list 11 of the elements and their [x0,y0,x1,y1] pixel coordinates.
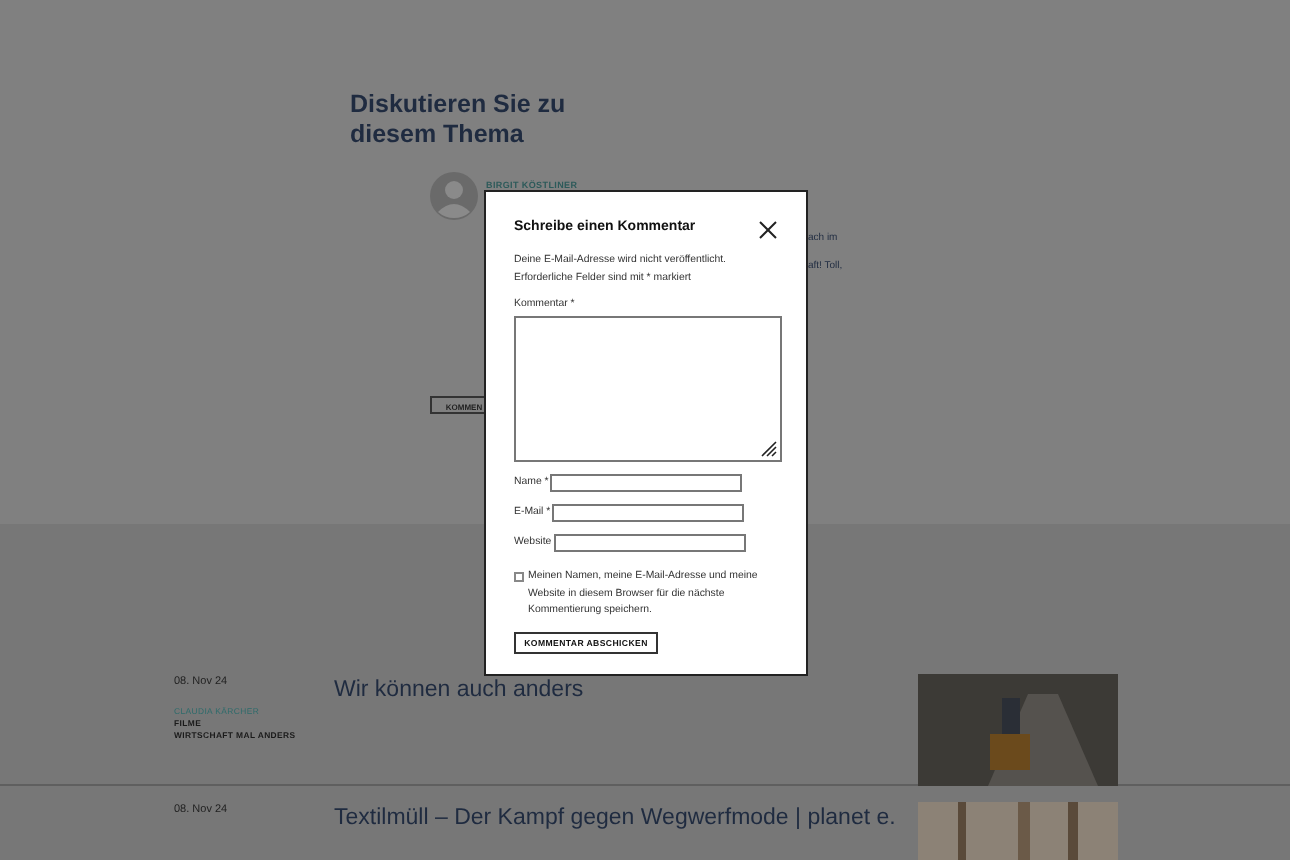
post-title[interactable]: Wir können auch anders [334,678,918,784]
input-field[interactable] [552,504,745,522]
comment-field[interactable] [514,316,782,462]
input-field[interactable] [553,534,746,552]
checkbox[interactable] [514,572,524,582]
post-title[interactable]: Textilmüll – Der Kampf gegen Wegwerfmode | planet e. [334,806,918,860]
close-icon[interactable] [758,216,778,236]
section-heading: Diskutieren Sie zu diesem Thema [350,90,568,150]
avatar-icon [430,172,478,220]
input-field[interactable] [550,474,743,492]
resize-handle-icon[interactable] [760,440,778,458]
